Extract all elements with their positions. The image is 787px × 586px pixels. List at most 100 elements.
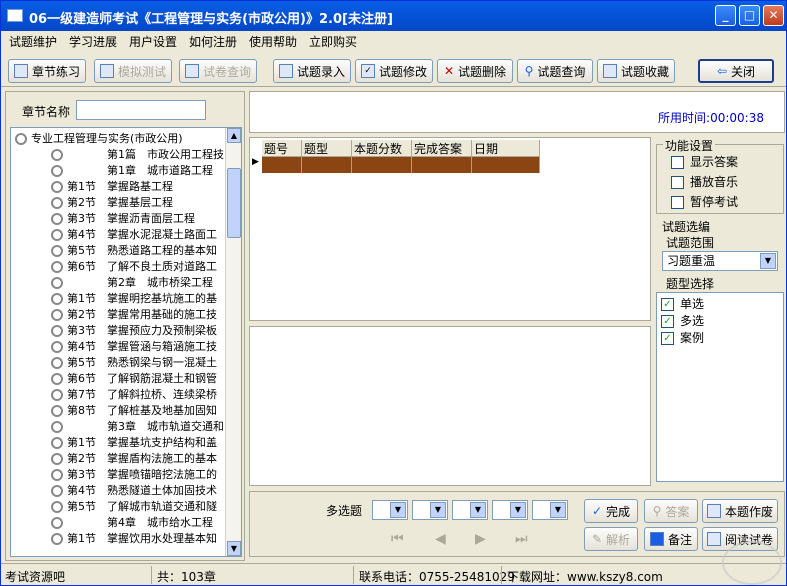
tree-item[interactable]: 第1节 掌握饮用水处理基本知 — [51, 530, 217, 546]
table-cell[interactable] — [262, 157, 302, 173]
question-grid[interactable]: 题号 题型 本题分数 完成答案 日期 ▶ — [249, 137, 651, 321]
modify-button[interactable]: ✓ 试题修改 — [355, 59, 433, 83]
last-icon[interactable]: ⏭ — [515, 531, 528, 547]
tree-item[interactable]: 第6节 了解不良土质对道路工 — [51, 258, 217, 274]
magnifier-icon — [51, 485, 63, 497]
tree-item[interactable]: 第3节 掌握沥青面层工程 — [51, 210, 195, 226]
query-button[interactable]: ⚲ 试题查询 — [517, 59, 593, 83]
answer-button[interactable]: ⚲ 答案 — [644, 499, 698, 523]
answer-select-5[interactable]: ▼ — [532, 500, 568, 520]
menu-item-register[interactable]: 如何注册 — [189, 33, 237, 50]
tree-item[interactable]: 第5节 熟悉钢梁与钢一混凝土 — [51, 354, 217, 370]
next-icon[interactable]: ▶ — [475, 531, 486, 547]
minimize-button[interactable]: _ — [715, 5, 736, 26]
tree-item[interactable]: 第2节 掌握常用基础的施工技 — [51, 306, 217, 322]
menu-item-user-settings[interactable]: 用户设置 — [129, 33, 177, 50]
chevron-down-icon[interactable]: ▼ — [760, 253, 776, 269]
chevron-down-icon[interactable]: ▼ — [510, 502, 526, 518]
tree-item[interactable]: 第3节 掌握预应力及预制梁板 — [51, 322, 217, 338]
tree-item[interactable]: 第8节 了解桩基及地基加固知 — [51, 402, 217, 418]
table-cell[interactable] — [472, 157, 540, 173]
tree-item[interactable]: 第2节 掌握盾构法施工的基本 — [51, 450, 217, 466]
table-cell[interactable] — [352, 157, 412, 173]
col-header-type[interactable]: 题型 — [302, 140, 352, 157]
tree-item[interactable]: 第1节 掌握路基工程 — [51, 178, 173, 194]
multi-choice-checkbox[interactable]: ✓ 多选 — [661, 312, 704, 329]
single-choice-checkbox[interactable]: ✓ 单选 — [661, 295, 704, 312]
answer-panel: 多选题 ▼ ▼ ▼ ▼ ▼ ✓ 完成 ⚲ 答案 本题作废 ✎ 解析 备注 阅读试卷 — [249, 491, 785, 557]
menu-item-maintain[interactable]: 试题维护 — [9, 33, 57, 50]
tree-item[interactable]: 第4节 掌握管涵与箱涵施工技 — [51, 338, 217, 354]
note-button[interactable]: 备注 — [644, 527, 698, 551]
chapter-practice-button[interactable]: 章节练习 — [8, 59, 86, 83]
tree-item[interactable]: 第5节 了解城市轨道交通和隧 — [51, 498, 217, 514]
tree-item[interactable]: 第1节 掌握基坑支护结构和盖 — [51, 434, 217, 450]
tree-item[interactable]: 专业工程管理与实务(市政公用) — [15, 130, 183, 146]
tree-item[interactable]: 第2节 掌握基层工程 — [51, 194, 173, 210]
col-header-score[interactable]: 本题分数 — [352, 140, 412, 157]
pause-exam-label: 暂停考试 — [690, 195, 739, 209]
tree-item-label: 第4节 熟悉隧道土体加固技术 — [67, 484, 217, 497]
answer-select-3[interactable]: ▼ — [452, 500, 488, 520]
delete-button[interactable]: ✕ 试题删除 — [437, 59, 513, 83]
tree-item[interactable]: 第4章 城市给水工程 — [51, 514, 213, 530]
mock-test-button[interactable]: 模拟测试 — [94, 59, 172, 83]
analysis-button[interactable]: ✎ 解析 — [584, 527, 638, 551]
menu-item-buy[interactable]: 立即购买 — [309, 33, 357, 50]
tree-item[interactable]: 第2章 城市桥梁工程 — [51, 274, 213, 290]
table-cell[interactable] — [302, 157, 352, 173]
delete-icon: ✕ — [443, 64, 455, 78]
tree-item[interactable]: 第6节 了解钢筋混凝土和钢管 — [51, 370, 217, 386]
chapter-tree[interactable]: 第1节 掌握饮用水处理基本知 第4章 城市给水工程 第5节 了解城市轨道交通和隧 第4… — [10, 127, 242, 557]
tree-item[interactable]: 第1篇 市政公用工程技 — [51, 146, 224, 162]
tree-item[interactable]: 第3节 掌握喷锚暗挖法施工的 — [51, 466, 217, 482]
question-content-area[interactable] — [249, 326, 651, 486]
col-header-date[interactable]: 日期 — [472, 140, 540, 157]
chapter-search-input[interactable] — [76, 100, 206, 120]
pause-exam-checkbox[interactable]: 暂停考试 — [671, 193, 738, 210]
chapter-pane: 章节名称 第1节 掌握饮用水处理基本知 第4章 城市给水工程 第5节 了解城市轨道交… — [5, 91, 245, 561]
checkbox-box — [671, 156, 684, 169]
tree-item[interactable]: 第4节 掌握水泥混凝土路面工 — [51, 226, 217, 242]
col-header-number[interactable]: 题号 — [262, 140, 302, 157]
tree-item[interactable]: 第4节 熟悉隧道土体加固技术 — [51, 482, 217, 498]
close-button[interactable]: ⇦ 关闭 — [698, 59, 774, 83]
table-cell[interactable] — [412, 157, 472, 173]
col-header-answer[interactable]: 完成答案 — [412, 140, 472, 157]
tree-scrollbar[interactable]: ▲ ▼ — [225, 128, 241, 556]
scroll-up-arrow[interactable]: ▲ — [227, 128, 241, 143]
scroll-thumb[interactable] — [227, 168, 241, 238]
answer-select-2[interactable]: ▼ — [412, 500, 448, 520]
tree-item[interactable]: 第7节 了解斜拉桥、连续梁桥 — [51, 386, 217, 402]
show-answer-checkbox[interactable]: 显示答案 — [671, 153, 738, 170]
tree-item[interactable]: 第5节 熟悉道路工程的基本知 — [51, 242, 217, 258]
first-icon[interactable]: ⏮ — [391, 531, 404, 547]
paper-query-button[interactable]: 试卷查询 — [179, 59, 257, 83]
play-music-checkbox[interactable]: 播放音乐 — [671, 173, 738, 190]
scroll-down-arrow[interactable]: ▼ — [227, 541, 241, 556]
answer-select-1[interactable]: ▼ — [372, 500, 408, 520]
void-icon — [706, 504, 721, 518]
tree-item-label: 第3节 掌握预应力及预制梁板 — [67, 324, 217, 337]
tree-item[interactable]: 第3章 城市轨道交通和 — [51, 418, 224, 434]
chevron-down-icon[interactable]: ▼ — [550, 502, 566, 518]
previous-icon[interactable]: ◀ — [435, 531, 446, 547]
maximize-button[interactable]: □ — [739, 5, 760, 26]
answer-select-4[interactable]: ▼ — [492, 500, 528, 520]
close-window-button[interactable]: ✕ — [763, 5, 784, 26]
favorite-button[interactable]: 试题收藏 — [597, 59, 675, 83]
chevron-down-icon[interactable]: ▼ — [390, 502, 406, 518]
chevron-down-icon[interactable]: ▼ — [430, 502, 446, 518]
case-checkbox[interactable]: ✓ 案例 — [661, 329, 704, 346]
menu-item-progress[interactable]: 学习进展 — [69, 33, 117, 50]
tree-item[interactable]: 第1节 掌握明挖基坑施工的基 — [51, 290, 217, 306]
menu-item-help[interactable]: 使用帮助 — [249, 33, 297, 50]
entry-button[interactable]: 试题录入 — [273, 59, 351, 83]
chapter-name-label: 章节名称 — [22, 105, 71, 119]
done-button[interactable]: ✓ 完成 — [584, 499, 638, 523]
chevron-down-icon[interactable]: ▼ — [470, 502, 486, 518]
void-question-button[interactable]: 本题作废 — [702, 499, 778, 523]
range-select[interactable]: 习题重温 ▼ — [662, 251, 778, 271]
paper-query-label: 试卷查询 — [202, 64, 251, 79]
tree-item[interactable]: 第1章 城市道路工程 — [51, 162, 213, 178]
